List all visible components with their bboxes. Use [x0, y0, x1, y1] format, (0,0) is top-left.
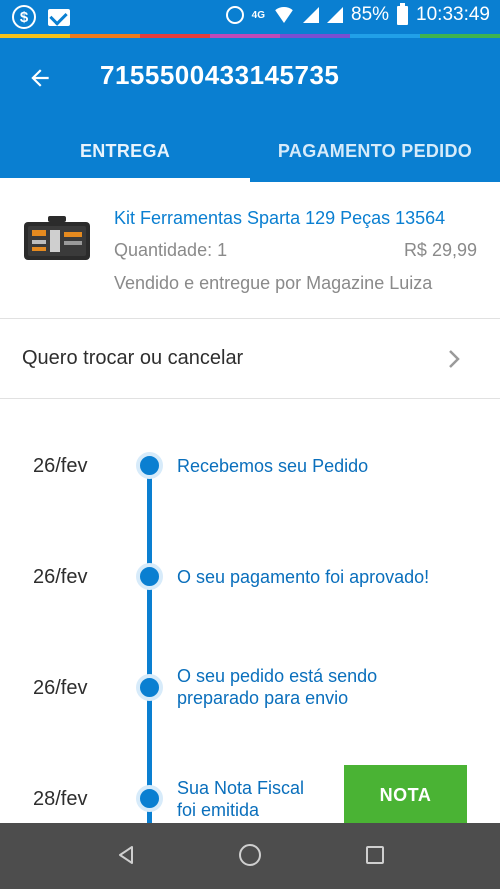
product-name[interactable]: Kit Ferramentas Sparta 129 Peças 13564 — [114, 208, 445, 229]
event-date: 26/fev — [33, 566, 88, 588]
event-text: O seu pedido está sendo preparado para e… — [177, 665, 377, 709]
signal-icon — [303, 7, 319, 23]
event-text: Sua Nota Fiscal foi emitida — [177, 777, 304, 821]
event-text-line: preparado para envio — [177, 688, 349, 708]
clock: 10:33:49 — [416, 4, 490, 25]
nav-back-icon[interactable] — [116, 845, 136, 865]
back-button[interactable] — [20, 60, 60, 96]
battery-percentage: 85% — [351, 4, 390, 25]
event-text: Recebemos seu Pedido — [177, 456, 369, 476]
event-date: 26/fev — [33, 677, 88, 699]
status-bar: $ 4G 85% 10:33:49 — [0, 0, 500, 34]
event-text-line: Sua Nota Fiscal — [177, 778, 305, 798]
event-date: 28/fev — [33, 788, 88, 810]
event-text-line: O seu pedido está sendo — [177, 666, 378, 686]
battery-icon — [397, 2, 409, 25]
timeline-dot — [136, 785, 163, 812]
nav-home-icon[interactable] — [239, 844, 261, 866]
dollar-icon: $ — [12, 5, 36, 29]
alarm-icon — [225, 6, 244, 24]
tab-pagamento-pedido[interactable]: PAGAMENTO PEDIDO — [250, 120, 500, 182]
product-image — [24, 216, 90, 260]
app-bar: 7155500433145735 ENTREGA PAGAMENTO PEDID… — [0, 38, 500, 182]
product-card[interactable]: Kit Ferramentas Sparta 129 Peças 13564 Q… — [0, 182, 500, 319]
event-text: O seu pagamento foi aprovado! — [177, 567, 430, 587]
product-quantity: Quantidade: 1 — [114, 240, 228, 260]
tab-entrega[interactable]: ENTREGA — [0, 120, 250, 182]
product-price: R$ 29,99 — [403, 240, 477, 260]
chevron-right-icon — [449, 350, 460, 368]
timeline-line — [147, 465, 152, 823]
network-type: 4G — [251, 9, 265, 21]
event-text-line: foi emitida — [177, 800, 260, 820]
nav-recents-icon[interactable] — [366, 846, 384, 864]
wifi-icon — [273, 7, 295, 23]
system-nav-bar — [0, 823, 500, 889]
signal-icon-2 — [327, 7, 343, 23]
timeline-dot — [136, 452, 163, 479]
order-number: 7155500433145735 — [100, 60, 340, 90]
nota-fiscal-button[interactable]: NOTA — [344, 765, 467, 823]
arrow-left-icon — [31, 69, 49, 87]
tab-bar: ENTREGA PAGAMENTO PEDIDO — [0, 120, 500, 182]
exchange-cancel-label: Quero trocar ou cancelar — [22, 347, 244, 369]
timeline-dot — [136, 563, 163, 590]
product-seller: Vendido e entregue por Magazine Luiza — [114, 273, 433, 293]
exchange-cancel-row[interactable]: Quero trocar ou cancelar — [0, 319, 500, 399]
mail-icon — [48, 8, 70, 26]
event-date: 26/fev — [33, 455, 88, 477]
timeline-dot — [136, 674, 163, 701]
delivery-timeline: 26/fev Recebemos seu Pedido 26/fev O seu… — [0, 399, 500, 823]
